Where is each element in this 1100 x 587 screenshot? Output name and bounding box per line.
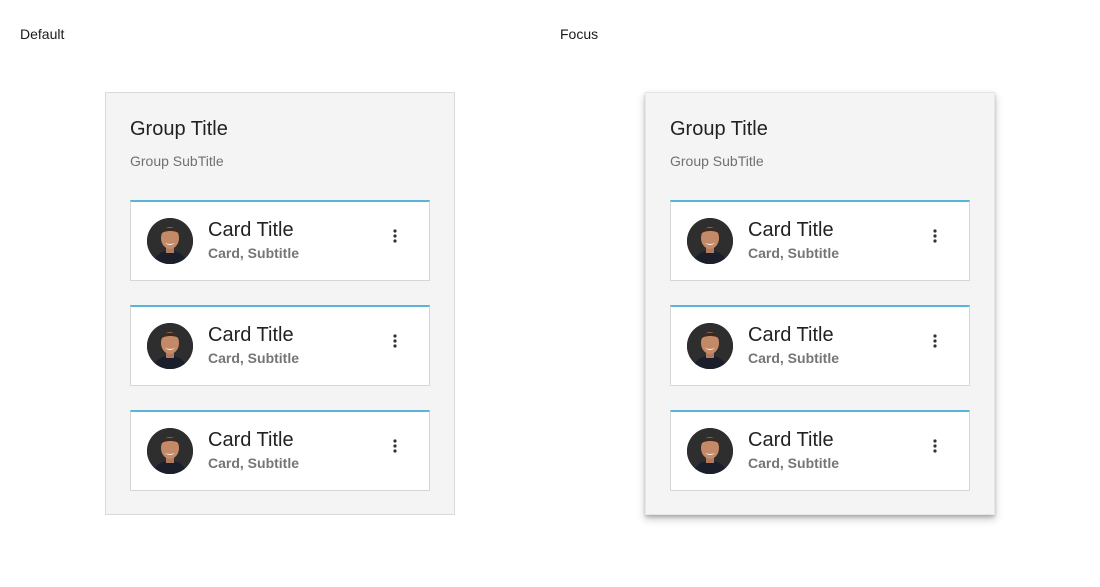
card-title: Card Title [208, 324, 294, 346]
card[interactable]: Card Title Card, Subtitle [670, 410, 970, 491]
avatar [687, 428, 733, 474]
avatar [687, 323, 733, 369]
card-subtitle: Card, Subtitle [208, 455, 300, 471]
card[interactable]: Card Title Card, Subtitle [670, 200, 970, 281]
card[interactable]: Card Title Card, Subtitle [130, 200, 430, 281]
card-subtitle: Card, Subtitle [748, 350, 840, 366]
group-subtitle: Group SubTitle [130, 153, 224, 169]
card-subtitle: Card, Subtitle [208, 350, 300, 366]
more-vertical-icon[interactable] [383, 224, 407, 248]
card[interactable]: Card Title Card, Subtitle [130, 410, 430, 491]
group-title: Group Title [670, 118, 768, 140]
avatar [147, 428, 193, 474]
card-subtitle: Card, Subtitle [748, 455, 840, 471]
card-group-focus[interactable]: Group Title Group SubTitle Card Title Ca… [645, 92, 995, 515]
group-subtitle: Group SubTitle [670, 153, 764, 169]
card-title: Card Title [748, 429, 834, 451]
group-title: Group Title [130, 118, 228, 140]
avatar [687, 218, 733, 264]
card-group-default[interactable]: Group Title Group SubTitle Card Title Ca… [105, 92, 455, 515]
card-title: Card Title [208, 219, 294, 241]
card[interactable]: Card Title Card, Subtitle [130, 305, 430, 386]
card-subtitle: Card, Subtitle [208, 245, 300, 261]
more-vertical-icon[interactable] [923, 329, 947, 353]
more-vertical-icon[interactable] [923, 434, 947, 458]
more-vertical-icon[interactable] [923, 224, 947, 248]
card-title: Card Title [748, 219, 834, 241]
card-subtitle: Card, Subtitle [748, 245, 840, 261]
more-vertical-icon[interactable] [383, 329, 407, 353]
card[interactable]: Card Title Card, Subtitle [670, 305, 970, 386]
avatar [147, 323, 193, 369]
avatar [147, 218, 193, 264]
more-vertical-icon[interactable] [383, 434, 407, 458]
state-label-default: Default [20, 26, 65, 42]
state-label-focus: Focus [560, 26, 599, 42]
card-title: Card Title [208, 429, 294, 451]
card-title: Card Title [748, 324, 834, 346]
